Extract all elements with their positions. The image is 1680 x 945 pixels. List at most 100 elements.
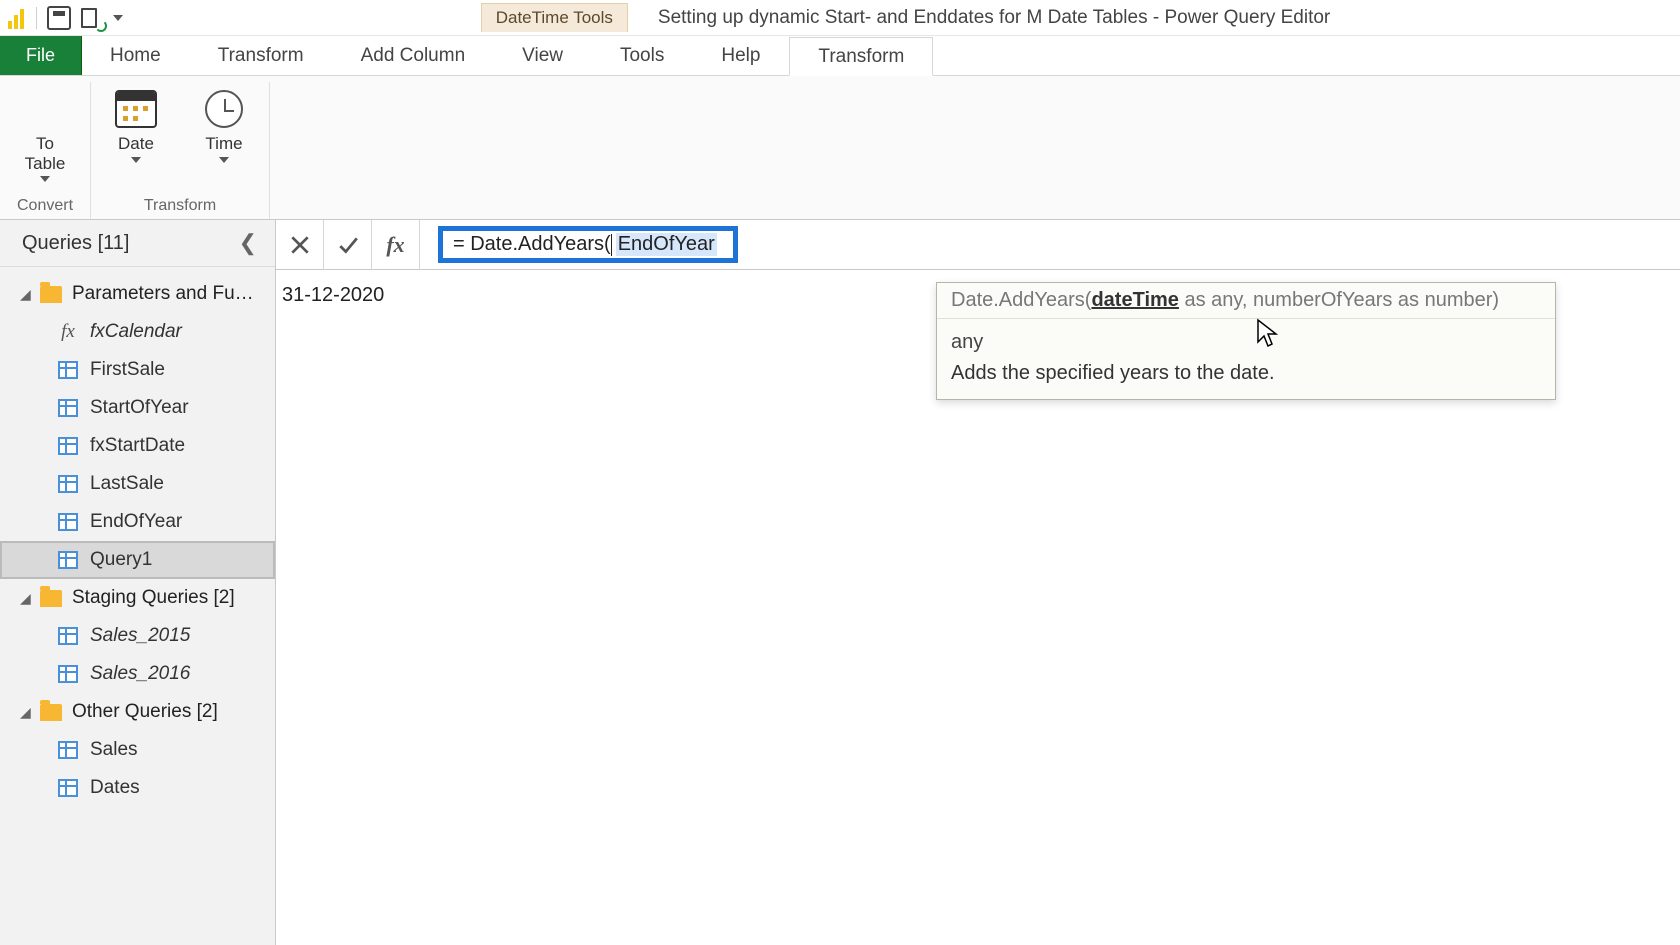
tab-tools[interactable]: Tools [592,36,693,75]
function-icon: fx [58,321,78,343]
table-icon [58,665,78,683]
commit-formula-button[interactable] [324,220,372,270]
tab-add-column[interactable]: Add Column [333,36,495,75]
table-icon [58,513,78,531]
qat-dropdown-icon[interactable] [113,15,123,21]
tooltip-description: Adds the specified years to the date. [937,358,1555,399]
queries-pane-header: Queries [11] ❮ [0,220,275,267]
clock-icon [205,90,243,128]
fx-button[interactable]: fx [372,220,420,270]
table-icon [58,779,78,797]
tooltip-sig-prefix: Date.AddYears( [951,289,1091,311]
table-icon [58,437,78,455]
ribbon: To Table Convert Date Time Tra [0,76,1680,220]
tree-group[interactable]: ◢Other Queries [2] [0,693,275,731]
queries-pane: Queries [11] ❮ ◢ Parameters and Fu… fxfxCa… [0,220,276,945]
formula-bar: fx = Date.AddYears( EndOfYear [276,220,1680,270]
tooltip-signature: Date.AddYears(dateTime as any, numberOfY… [937,283,1555,319]
chevron-down-icon [40,176,50,182]
cancel-formula-button[interactable] [276,220,324,270]
tree-item-label: Sales [90,739,138,761]
tab-view[interactable]: View [494,36,592,75]
contextual-tab-label: DateTime Tools [481,3,628,32]
queries-tree[interactable]: ◢ Parameters and Fu… fx fxCalendar FirstSale… [0,267,275,945]
tree-item[interactable]: Sales_2015 [0,617,275,655]
qat-separator [36,7,37,29]
folder-icon [40,590,62,607]
formula-selected-arg: EndOfYear [616,233,717,256]
content-area: fx = Date.AddYears( EndOfYear 31-12-2020… [276,220,1680,945]
ribbon-group-convert: To Table Convert [0,82,91,219]
tree-item-label: LastSale [90,473,164,495]
tree-item-label: EndOfYear [90,511,182,533]
tree-item-label: fxStartDate [90,435,185,457]
quick-access-toolbar [0,6,131,30]
ribbon-tabs: File Home Transform Add Column View Tool… [0,36,1680,76]
tree-item[interactable]: Query1 [0,541,275,579]
tree-item[interactable]: FirstSale [0,351,275,389]
table-icon [58,361,78,379]
body: Queries [11] ❮ ◢Parameters and Fu…fxfxCa… [0,220,1680,945]
tooltip-sig-current-param: dateTime [1091,289,1178,311]
tree-group-label: Staging Queries [2] [72,587,235,609]
tree-item-label: StartOfYear [90,397,189,419]
tree-item[interactable]: EndOfYear [0,503,275,541]
tab-ctx-transform[interactable]: Transform [789,37,933,76]
tree-item-label: Sales_2015 [90,625,190,647]
formula-input[interactable]: = Date.AddYears( EndOfYear [438,226,738,263]
table-icon [58,627,78,645]
expand-icon: ◢ [20,286,34,303]
title-bar: DateTime Tools Setting up dynamic Start-… [0,0,1680,36]
calendar-icon [115,90,157,128]
save-icon[interactable] [47,6,71,30]
expand-icon: ◢ [20,590,34,607]
to-table-button[interactable]: To Table [10,86,80,182]
to-table-label: To Table [25,134,66,173]
tree-item[interactable]: Sales_2016 [0,655,275,693]
close-icon [289,234,311,256]
collapse-pane-button[interactable]: ❮ [233,230,263,256]
time-button[interactable]: Time [189,86,259,163]
check-icon [337,234,359,256]
time-label: Time [205,134,242,154]
window-title: Setting up dynamic Start- and Enddates f… [658,7,1330,29]
tooltip-type: any [937,319,1555,358]
tab-home[interactable]: Home [82,36,190,75]
folder-icon [40,704,62,721]
date-button[interactable]: Date [101,86,171,163]
queries-pane-title: Queries [11] [22,232,129,255]
refresh-preview-icon[interactable] [81,6,103,30]
tree-item-label: Sales_2016 [90,663,190,685]
intellisense-tooltip: Date.AddYears(dateTime as any, numberOfY… [936,282,1556,400]
tab-transform[interactable]: Transform [190,36,333,75]
table-icon [58,399,78,417]
group-label-convert: Convert [17,195,73,219]
tree-item[interactable]: StartOfYear [0,389,275,427]
tooltip-sig-rest: as any, numberOfYears as number) [1179,289,1499,311]
tab-help[interactable]: Help [693,36,789,75]
chevron-down-icon [131,157,141,163]
tree-item-label: Query1 [90,549,152,571]
folder-icon [40,286,62,303]
text-caret [611,234,612,256]
ribbon-group-transform: Date Time Transform [91,82,270,219]
powerbi-logo-icon [8,7,26,29]
group-label-transform: Transform [144,195,216,219]
table-icon [58,475,78,493]
tree-item[interactable]: LastSale [0,465,275,503]
tree-item-label: Dates [90,777,140,799]
tree-item[interactable]: fx fxCalendar [0,313,275,351]
date-label: Date [118,134,154,154]
file-tab[interactable]: File [0,36,82,75]
tree-group-label: Parameters and Fu… [72,283,254,305]
expand-icon: ◢ [20,704,34,721]
tree-item[interactable]: Sales [0,731,275,769]
tree-item[interactable]: fxStartDate [0,427,275,465]
chevron-down-icon [219,157,229,163]
tree-item-label: FirstSale [90,359,165,381]
tree-group[interactable]: ◢ Parameters and Fu… [0,275,275,313]
formula-text-prefix: = Date.AddYears( [453,233,611,256]
tree-group[interactable]: ◢ Staging Queries [2] [0,579,275,617]
tree-item-label: fxCalendar [90,321,182,343]
tree-item[interactable]: Dates [0,769,275,807]
